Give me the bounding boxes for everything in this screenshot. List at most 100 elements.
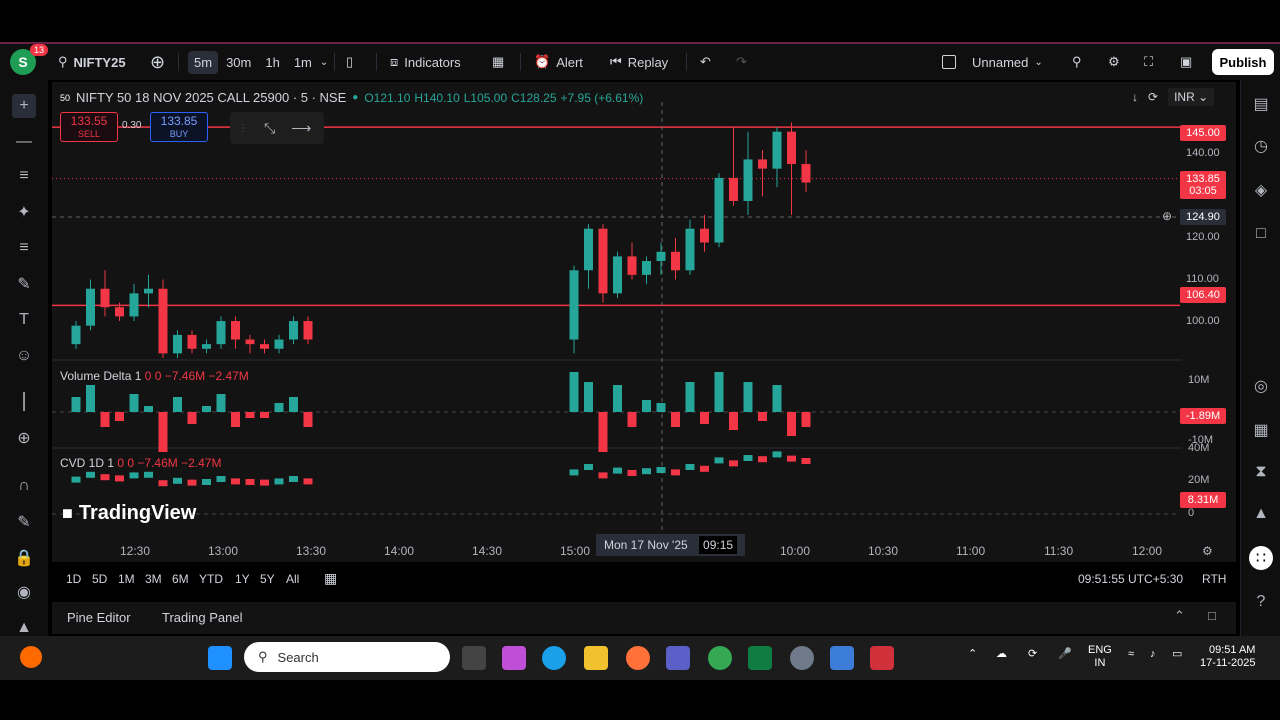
task-view-icon[interactable] (462, 646, 486, 670)
text-tool-icon[interactable]: T (12, 308, 36, 332)
add-alert-plus-icon[interactable]: ⊕ (1162, 209, 1172, 223)
quick-search-button[interactable]: ⚲ (1072, 44, 1082, 80)
range-ytd[interactable]: YTD (199, 572, 223, 586)
clock[interactable]: 09:51:55 UTC+5:30 (1078, 572, 1183, 586)
timezone-settings-icon[interactable]: ⚙ (1202, 544, 1213, 558)
download-icon[interactable]: ↓ (1132, 90, 1138, 104)
layout-menu[interactable]: Unnamed ⌄ (942, 44, 1043, 80)
currency-select[interactable]: INR ⌄ (1168, 88, 1215, 106)
edge-icon[interactable] (542, 646, 566, 670)
emoji-tool-icon[interactable]: ☺ (12, 344, 36, 368)
bell-icon[interactable]: ▲ (1249, 502, 1273, 526)
chevron-up-icon[interactable]: ⌃ (1174, 608, 1185, 624)
interval-30m[interactable]: 30m (220, 51, 257, 74)
indicators-button[interactable]: ⧈ Indicators (390, 44, 461, 80)
volume-delta-bar (642, 400, 651, 412)
maximize-icon[interactable]: □ (1208, 608, 1216, 623)
interval-5m[interactable]: 5m (188, 50, 219, 74)
redo-button[interactable]: ↷ (736, 44, 747, 80)
notepad-icon[interactable] (830, 646, 854, 670)
microphone-icon[interactable]: 🎤 (1058, 648, 1072, 661)
trend-line-icon[interactable]: ⤡ (264, 120, 275, 137)
stay-in-drawing-icon[interactable]: ✎ (12, 510, 36, 534)
settings-app-icon[interactable] (790, 646, 814, 670)
windows-start-icon[interactable] (208, 646, 232, 670)
sell-button[interactable]: 133.55 SELL (60, 112, 118, 142)
chevron-down-icon[interactable]: ⌄ (320, 57, 328, 68)
chrome-icon[interactable] (708, 646, 732, 670)
crosshair-tool-icon[interactable]: + (12, 94, 36, 118)
range-3m[interactable]: 3M (145, 572, 162, 586)
volume-delta-bar (173, 397, 182, 412)
help-icon[interactable]: ? (1249, 590, 1273, 614)
excel-icon[interactable] (748, 646, 772, 670)
range-6m[interactable]: 6M (172, 572, 189, 586)
firefox-icon[interactable] (626, 646, 650, 670)
range-5d[interactable]: 5D (92, 572, 107, 586)
alert-button[interactable]: ⏰ Alert (534, 44, 583, 80)
tab-trading-panel[interactable]: Trading Panel (162, 610, 242, 625)
templates-button[interactable]: ▦ (492, 44, 504, 80)
calendar-icon[interactable]: ▦ (1249, 418, 1273, 442)
interval-1h[interactable]: 1h (259, 51, 285, 74)
range-1d[interactable]: 1D (66, 572, 81, 586)
range-all[interactable]: All (286, 572, 299, 586)
taskbar-search[interactable]: ⚲ Search (244, 642, 450, 672)
price-chart[interactable] (52, 82, 1236, 562)
copilot-icon[interactable] (502, 646, 526, 670)
chart-type-button[interactable]: ▯ (346, 44, 353, 80)
settings-button[interactable]: ⚙ (1108, 44, 1120, 80)
horizontal-ray-icon[interactable]: ⟶ (291, 120, 311, 137)
buy-button[interactable]: 133.85 BUY (150, 112, 208, 142)
chevron-up-icon[interactable]: ⌃ (968, 648, 977, 661)
ruler-tool-icon[interactable]: ⎮ (12, 390, 36, 414)
sync-icon[interactable]: ⟳ (1148, 90, 1158, 104)
pitchfork-tool-icon[interactable]: ✦ (12, 200, 36, 224)
symbol-search[interactable]: ⚲ NIFTY25 (58, 44, 126, 80)
chat-icon[interactable]: □ (1249, 222, 1273, 246)
alerts-clock-icon[interactable]: ◷ (1249, 134, 1273, 158)
watchlist-icon[interactable]: ▤ (1249, 92, 1273, 116)
taskbar-clock[interactable]: 09:51 AM 17-11-2025 (1200, 644, 1255, 670)
lock-icon[interactable]: 🔒 (12, 546, 36, 570)
horizontal-lines-tool-icon[interactable]: ≡ (12, 164, 36, 188)
range-1y[interactable]: 1Y (235, 572, 250, 586)
go-to-date-icon[interactable]: ▦ (324, 570, 337, 587)
language-indicator[interactable]: ENG IN (1088, 644, 1112, 670)
volume-icon[interactable]: ♪ (1150, 648, 1156, 661)
target-icon[interactable]: ◎ (1249, 374, 1273, 398)
chart-area[interactable]: 50 NIFTY 50 18 NOV 2025 CALL 25900 · 5 ·… (52, 82, 1236, 562)
zoom-in-tool-icon[interactable]: ⊕ (12, 426, 36, 450)
trend-line-tool-icon[interactable]: — (12, 130, 36, 154)
fullscreen-button[interactable]: ⛶ (1144, 44, 1153, 80)
onedrive-icon[interactable]: ☁ (996, 648, 1007, 661)
app-icon[interactable] (870, 646, 894, 670)
layers-icon[interactable]: ◈ (1249, 178, 1273, 202)
fib-tool-icon[interactable]: ≡ (12, 236, 36, 260)
tab-pine-editor[interactable]: Pine Editor (67, 610, 131, 625)
battery-icon[interactable]: ▭ (1172, 648, 1182, 661)
range-5y[interactable]: 5Y (260, 572, 275, 586)
magnet-tool-icon[interactable]: ∩ (12, 474, 36, 498)
eye-icon[interactable]: ◉ (12, 580, 36, 604)
apps-grid-icon[interactable]: ∷ (1249, 546, 1273, 570)
publish-button[interactable]: Publish (1212, 49, 1274, 75)
range-1m[interactable]: 1M (118, 572, 135, 586)
cvd-bar (115, 475, 124, 482)
sync-icon[interactable]: ⟳ (1028, 648, 1037, 661)
teams-icon[interactable] (666, 646, 690, 670)
replay-button[interactable]: ⏮ Replay (610, 44, 668, 80)
session-label[interactable]: RTH (1202, 572, 1226, 586)
stream-icon[interactable]: ⧗ (1249, 460, 1273, 484)
brush-tool-icon[interactable]: ✎ (12, 272, 36, 296)
drag-handle-icon[interactable]: ⋮ (238, 123, 248, 134)
weather-widget-icon[interactable] (20, 646, 42, 668)
interval-1m[interactable]: 1m (288, 51, 318, 74)
undo-button[interactable]: ↶ (700, 44, 711, 80)
file-explorer-icon[interactable] (584, 646, 608, 670)
cvd-bar (787, 455, 796, 462)
compare-symbol-button[interactable]: ⊕ (150, 44, 165, 80)
indicators-label: Indicators (404, 54, 461, 70)
snapshot-button[interactable]: ▣ (1180, 44, 1192, 80)
wifi-icon[interactable]: ≈ (1128, 648, 1134, 661)
